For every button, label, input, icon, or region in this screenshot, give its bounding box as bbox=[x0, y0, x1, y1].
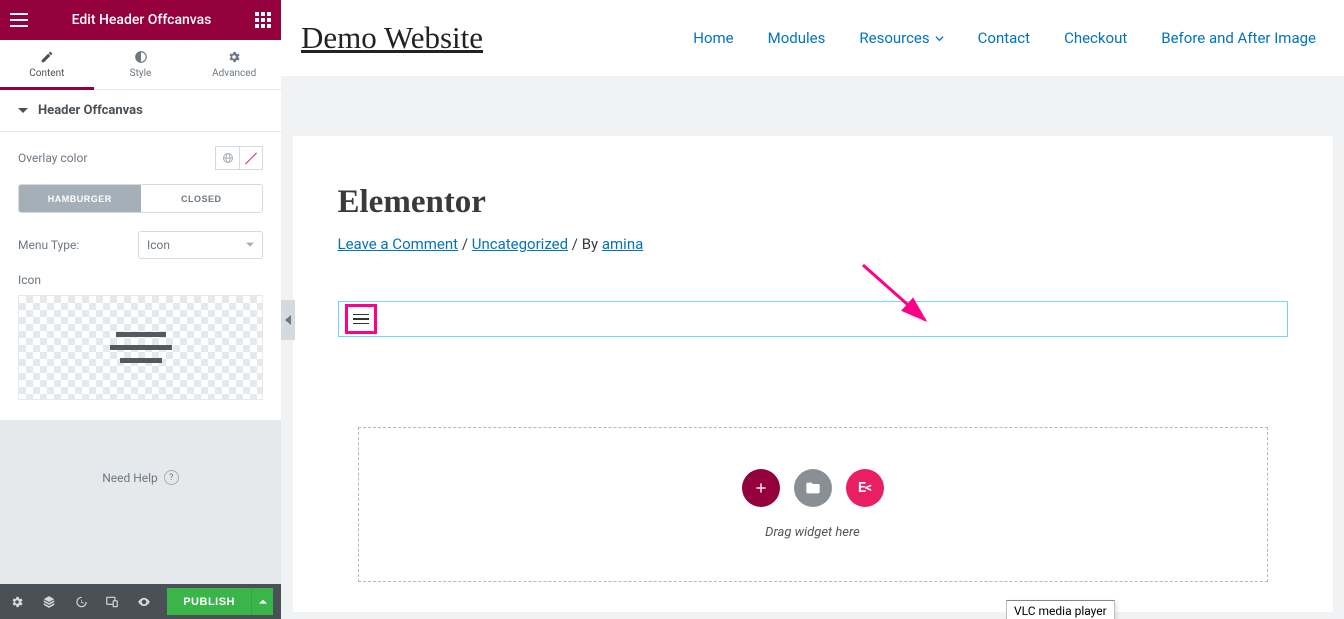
icon-label: Icon bbox=[18, 273, 263, 287]
site-brand[interactable]: Demo Website bbox=[301, 20, 483, 56]
panel-header: Edit Header Offcanvas bbox=[0, 0, 281, 40]
nav-home[interactable]: Home bbox=[693, 29, 733, 47]
chevron-down-icon bbox=[246, 241, 254, 249]
pencil-icon bbox=[40, 50, 54, 64]
post-meta: Leave a Comment / Uncategorized / By ami… bbox=[338, 235, 1288, 253]
content-sheet: Elementor Leave a Comment / Uncategorize… bbox=[293, 136, 1333, 612]
overlay-color-picker[interactable] bbox=[239, 146, 263, 170]
responsive-icon[interactable] bbox=[104, 595, 122, 609]
help-icon: ? bbox=[164, 470, 179, 485]
section-toggle-header-offcanvas[interactable]: Header Offcanvas bbox=[0, 90, 281, 132]
controls-area: Overlay color HAMBURGER CLOSED Menu Type… bbox=[0, 132, 281, 420]
caret-down-icon bbox=[18, 106, 28, 116]
folder-icon bbox=[805, 480, 821, 496]
author-link[interactable]: amina bbox=[602, 235, 643, 253]
panel-collapse-handle[interactable] bbox=[281, 300, 295, 340]
overlay-color-label: Overlay color bbox=[18, 151, 87, 165]
ek-icon: E< bbox=[858, 480, 871, 496]
gear-icon bbox=[227, 50, 241, 64]
history-icon[interactable] bbox=[72, 595, 90, 609]
global-color-button[interactable] bbox=[215, 146, 239, 170]
panel-tabs: Content Style Advanced bbox=[0, 40, 281, 90]
add-section-button[interactable] bbox=[742, 469, 780, 507]
nav-links: Home Modules Resources Contact Checkout … bbox=[693, 29, 1316, 47]
preview-area: Demo Website Home Modules Resources Cont… bbox=[281, 0, 1344, 619]
dropzone-text: Drag widget here bbox=[765, 525, 860, 540]
site-header: Demo Website Home Modules Resources Cont… bbox=[281, 0, 1344, 76]
offcanvas-trigger[interactable] bbox=[345, 304, 377, 334]
menu-type-row: Menu Type: Icon bbox=[18, 231, 263, 259]
editor-panel: Edit Header Offcanvas Content Style Adva… bbox=[0, 0, 281, 619]
hamburger-closed-toggle: HAMBURGER CLOSED bbox=[18, 184, 263, 213]
toggle-closed[interactable]: CLOSED bbox=[141, 185, 263, 212]
category-link[interactable]: Uncategorized bbox=[472, 235, 568, 253]
nav-before-after[interactable]: Before and After Image bbox=[1161, 29, 1316, 47]
navigator-icon[interactable] bbox=[40, 595, 58, 609]
nav-modules[interactable]: Modules bbox=[768, 29, 826, 47]
panel-lower: Need Help ? bbox=[0, 420, 281, 584]
need-help-link[interactable]: Need Help ? bbox=[102, 470, 179, 485]
tab-content[interactable]: Content bbox=[0, 40, 94, 89]
preview-icon[interactable] bbox=[135, 595, 153, 609]
apps-grid-icon[interactable] bbox=[255, 12, 271, 28]
widget-dropzone[interactable]: E< Drag widget here bbox=[358, 427, 1268, 582]
hamburger-icon-preview bbox=[110, 332, 172, 363]
nav-resources[interactable]: Resources bbox=[859, 29, 943, 47]
panel-footer: PUBLISH bbox=[0, 584, 281, 619]
hamburger-icon bbox=[353, 314, 369, 325]
post-title: Elementor bbox=[338, 184, 1288, 221]
nav-contact[interactable]: Contact bbox=[978, 29, 1030, 47]
tab-style[interactable]: Style bbox=[94, 40, 188, 89]
plus-icon bbox=[753, 480, 769, 496]
chevron-down-icon bbox=[935, 34, 944, 43]
header-offcanvas-widget[interactable] bbox=[338, 301, 1288, 337]
style-icon bbox=[134, 50, 148, 64]
publish-button[interactable]: PUBLISH bbox=[167, 588, 251, 615]
leave-comment-link[interactable]: Leave a Comment bbox=[338, 235, 459, 253]
toggle-hamburger[interactable]: HAMBURGER bbox=[19, 185, 141, 212]
menu-type-label: Menu Type: bbox=[18, 238, 79, 252]
tab-advanced[interactable]: Advanced bbox=[187, 40, 281, 89]
menu-type-select[interactable]: Icon bbox=[138, 231, 263, 259]
nav-checkout[interactable]: Checkout bbox=[1064, 29, 1127, 47]
globe-icon bbox=[222, 152, 234, 164]
publish-options[interactable] bbox=[251, 588, 273, 615]
overlay-color-row: Overlay color bbox=[18, 146, 263, 170]
settings-icon[interactable] bbox=[8, 595, 26, 609]
template-library-button[interactable] bbox=[794, 469, 832, 507]
hamburger-icon[interactable] bbox=[10, 13, 28, 27]
panel-title: Edit Header Offcanvas bbox=[28, 12, 255, 28]
elements-kit-button[interactable]: E< bbox=[846, 469, 884, 507]
icon-preview[interactable] bbox=[18, 295, 263, 400]
